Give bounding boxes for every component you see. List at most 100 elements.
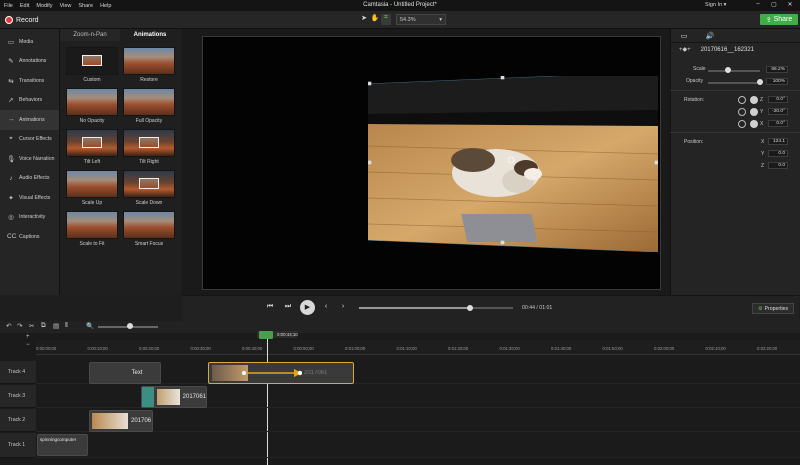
close-icon[interactable]: ✕	[785, 1, 795, 10]
position-x-axis: X	[761, 139, 765, 145]
animation-tile-scale-down[interactable]: Scale Down	[123, 170, 175, 207]
redo-icon[interactable]: ↷	[17, 322, 22, 330]
scale-slider[interactable]	[708, 70, 760, 72]
position-z-field[interactable]: 0.0	[768, 162, 788, 169]
animation-tile-full-opacity[interactable]: Full Opacity	[123, 88, 175, 125]
window-title: Camtasia - Untitled Project*	[363, 2, 437, 8]
track-2-header[interactable]: Track 2	[0, 409, 36, 432]
rotation-z-field[interactable]: 0.0°	[768, 96, 788, 103]
track-1-header[interactable]: Track 1	[0, 433, 36, 458]
collapse-tracks-icon[interactable]: −	[26, 342, 30, 348]
captions-icon: CC	[7, 233, 17, 241]
record-label: Record	[16, 16, 39, 24]
maximize-icon[interactable]: ▢	[769, 1, 779, 10]
ruler-tick-label: 0:01:10;00	[396, 346, 417, 351]
position-x-field[interactable]: 124.1	[768, 138, 788, 145]
copy-icon[interactable]: ⧉	[41, 322, 46, 330]
rotation-x-field[interactable]: 0.0°	[768, 120, 788, 127]
track-2-video-clip[interactable]: 201706	[89, 410, 153, 432]
tool-transitions[interactable]: ⇆ Transitions	[0, 71, 59, 91]
tab-zoom-n-pan[interactable]: Zoom-n-Pan	[60, 29, 120, 41]
position-y-field[interactable]: 0.0	[768, 150, 788, 157]
playhead-handle[interactable]	[259, 331, 273, 339]
opacity-field[interactable]: 100%	[766, 78, 788, 85]
animation-tile-restore[interactable]: Restore	[123, 47, 175, 84]
tool-captions[interactable]: CC Captions	[0, 227, 59, 247]
paste-icon[interactable]: ▤	[53, 322, 59, 330]
clip-thumbnail	[92, 413, 128, 429]
scale-label: Scale	[693, 66, 706, 72]
animation-tile-tilt-right[interactable]: Tilt Right	[123, 129, 175, 166]
cut-icon[interactable]: ✂	[29, 322, 34, 330]
scale-field[interactable]: 66.2%	[766, 66, 788, 73]
menu-modify[interactable]: Modify	[36, 3, 52, 9]
pointer-icon[interactable]: ➤	[359, 14, 369, 25]
thumbnail-preview	[82, 55, 102, 66]
tool-animations[interactable]: → Animations	[0, 110, 59, 130]
menu-help[interactable]: Help	[100, 3, 111, 9]
text-callout-clip[interactable]: Text	[89, 362, 161, 384]
animation-tile-no-opacity[interactable]: No Opacity	[66, 88, 118, 125]
tab-animations[interactable]: Animations	[120, 29, 180, 41]
tool-audio-effects[interactable]: ♪ Audio Effects	[0, 169, 59, 189]
add-track-icon[interactable]: +	[26, 334, 30, 340]
tool-voice-narration[interactable]: 🎙 Voice Narration	[0, 149, 59, 169]
tool-annotations[interactable]: ✎ Annotations	[0, 52, 59, 72]
visual-properties-icon[interactable]: ▭	[671, 32, 697, 40]
opacity-slider[interactable]	[708, 82, 760, 84]
share-button[interactable]: ⇪ Share	[760, 14, 798, 25]
animation-tile-scale-up[interactable]: Scale Up	[66, 170, 118, 207]
minimize-icon[interactable]: –	[753, 1, 763, 10]
menu-edit[interactable]: Edit	[20, 3, 29, 9]
track-3-header[interactable]: Track 3	[0, 385, 36, 408]
rotation-x-dial[interactable]	[750, 120, 758, 128]
sign-in-link[interactable]: Sign In ▾	[705, 2, 726, 8]
rotation-y-field[interactable]: -20.0°	[768, 108, 788, 115]
menu-view[interactable]: View	[60, 3, 72, 9]
previous-marker-icon[interactable]: ‹	[320, 303, 332, 313]
animated-video-clip[interactable]: 2017061	[208, 362, 354, 384]
animation-tile-scale-to-fit[interactable]: Scale to Fit	[66, 211, 118, 248]
tool-interactivity[interactable]: ◎ Interactivity	[0, 208, 59, 228]
record-button[interactable]: Record	[5, 14, 39, 26]
scrubber-handle[interactable]	[466, 305, 473, 311]
zoom-out-icon[interactable]: 🔍	[86, 322, 94, 330]
tool-visual-effects[interactable]: ✦ Visual Effects	[0, 188, 59, 208]
rotation-z-dial[interactable]	[750, 96, 758, 104]
rotation-y-dial[interactable]	[750, 108, 758, 116]
tool-media[interactable]: ▭ Media	[0, 32, 59, 52]
record-icon	[5, 16, 13, 24]
step-back-icon[interactable]: ⏮	[264, 303, 276, 313]
audio-properties-icon[interactable]: 🔊	[697, 32, 723, 40]
tool-cursor-effects[interactable]: ⌖ Cursor Effects	[0, 130, 59, 150]
share-icon: ⇪	[765, 16, 772, 24]
split-icon[interactable]: ⫴	[65, 322, 68, 330]
chevron-down-icon: ▾	[439, 16, 442, 23]
track-4-header[interactable]: Track 4	[0, 361, 36, 384]
animation-tile-label: Tilt Left	[83, 159, 101, 165]
step-forward-icon[interactable]: ⏭	[282, 303, 294, 313]
animation-tile-tilt-left[interactable]: Tilt Left	[66, 129, 118, 166]
next-marker-icon[interactable]: ›	[337, 303, 349, 313]
track-1-audio-clip[interactable]: spinningcomputer	[37, 434, 88, 456]
animation-tile-smart-focus[interactable]: Smart Focus	[123, 211, 175, 248]
animation-arrow[interactable]	[242, 367, 302, 379]
tool-label: Audio Effects	[19, 175, 50, 182]
undo-icon[interactable]: ↶	[6, 322, 11, 330]
scale-slider-handle[interactable]	[724, 67, 731, 73]
zoom-dropdown[interactable]: 54.3% ▾	[396, 14, 446, 25]
playback-scrubber[interactable]	[359, 307, 513, 309]
properties-button[interactable]: ⚙ Properties	[752, 303, 794, 314]
crop-icon[interactable]: ⌗	[381, 14, 391, 25]
tool-behaviors[interactable]: ➚ Behaviors	[0, 91, 59, 111]
video-clip-preview[interactable]	[368, 76, 658, 252]
play-button[interactable]: ▶	[300, 300, 315, 315]
menu-file[interactable]: File	[4, 3, 13, 9]
timeline-zoom-handle[interactable]	[127, 323, 133, 329]
hand-icon[interactable]: ✋	[370, 14, 380, 25]
animation-marker-icon: +◆+	[679, 47, 691, 53]
track-3-video-clip[interactable]: 2017061	[141, 386, 207, 408]
opacity-slider-handle[interactable]	[757, 79, 763, 85]
animation-tile-custom[interactable]: Custom	[66, 47, 118, 84]
menu-share[interactable]: Share	[78, 3, 93, 9]
